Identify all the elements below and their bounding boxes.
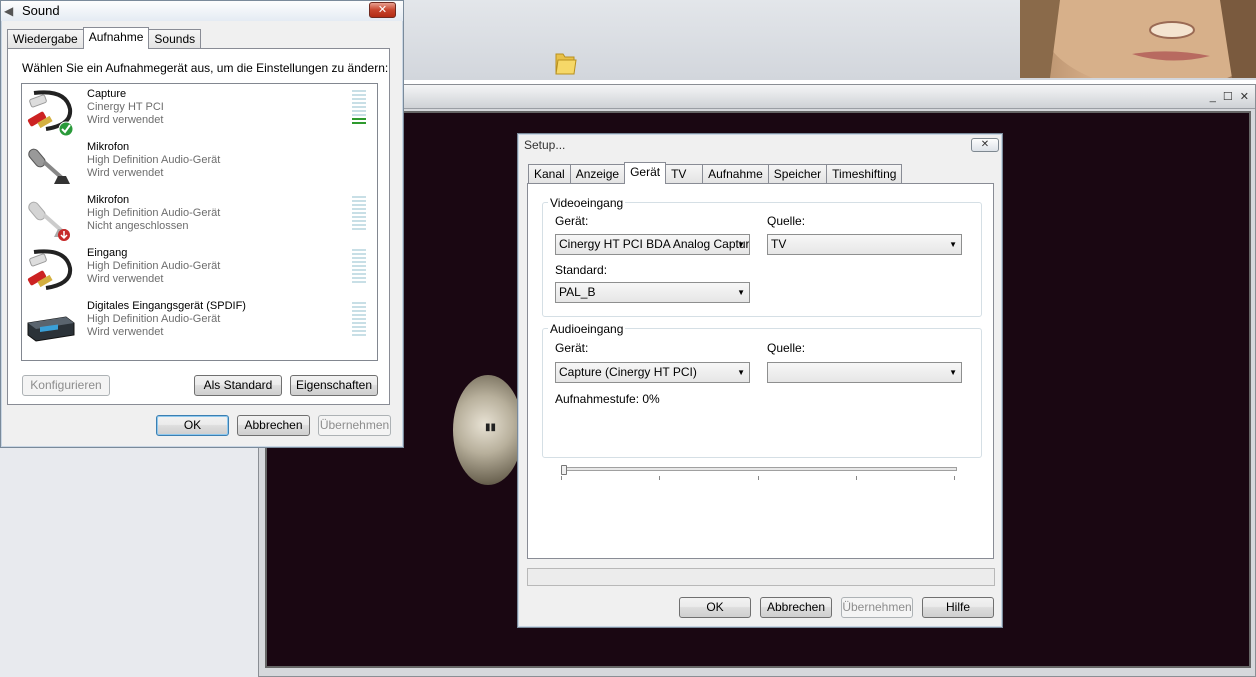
device-status: Wird verwendet [87, 326, 164, 338]
video-device-select[interactable]: Cinergy HT PCI BDA Analog Capture ▼ [555, 234, 750, 255]
list-item[interactable]: Digitales Eingangsgerät (SPDIF) High Def… [22, 298, 377, 351]
tab-aufnahme[interactable]: Aufnahme [82, 27, 150, 49]
device-status: Wird verwendet [87, 167, 164, 179]
device-driver: Cinergy HT PCI [87, 101, 164, 113]
level-meter [352, 90, 366, 130]
rca-cable-icon [26, 248, 76, 296]
audio-device-label: Gerät: [555, 341, 589, 355]
sound-dialog: ◀ Sound ✕ Wiedergabe Aufnahme Sounds Wäh… [0, 0, 404, 448]
slider-thumb[interactable] [561, 465, 567, 475]
selected-value: TV [771, 237, 787, 251]
device-status: Nicht angeschlossen [87, 220, 189, 232]
level-meter [352, 196, 366, 236]
speaker-icon: ◀ [4, 4, 14, 18]
level-meter [352, 302, 366, 342]
close-button[interactable]: ✕ [971, 138, 999, 152]
setup-dialog: Setup... ✕ Kanal Anzeige Gerät TV Aufnah… [517, 133, 1003, 628]
device-name: Digitales Eingangsgerät (SPDIF) [87, 300, 246, 312]
chevron-down-icon: ▼ [737, 240, 745, 249]
apply-button[interactable]: Übernehmen [841, 597, 913, 618]
recording-tab-panel: Wählen Sie ein Aufnahmegerät aus, um die… [7, 48, 390, 405]
cancel-button[interactable]: Abbrechen [237, 415, 310, 436]
instruction-text: Wählen Sie ein Aufnahmegerät aus, um die… [22, 61, 389, 75]
recording-device-list: Capture Cinergy HT PCI Wird verwendet Mi… [21, 83, 378, 361]
slider-tick [856, 476, 857, 480]
level-meter [352, 249, 366, 289]
cancel-button[interactable]: Abbrechen [760, 597, 832, 618]
help-button[interactable]: Hilfe [922, 597, 994, 618]
slider-tick [561, 476, 562, 480]
device-tab-panel: Videoeingang Gerät: Cinergy HT PCI BDA A… [527, 183, 994, 559]
device-driver: High Definition Audio-Gerät [87, 260, 221, 272]
chevron-down-icon: ▼ [949, 368, 957, 377]
folder-icon[interactable] [553, 50, 577, 76]
device-status: Wird verwendet [87, 114, 164, 126]
ok-button[interactable]: OK [679, 597, 751, 618]
device-status: Wird verwendet [87, 273, 164, 285]
list-item[interactable]: Mikrofon High Definition Audio-Gerät Nic… [22, 192, 377, 245]
device-name: Eingang [87, 247, 128, 259]
list-item[interactable]: Capture Cinergy HT PCI Wird verwendet [22, 86, 377, 139]
slider-tick [659, 476, 660, 480]
chevron-down-icon: ▼ [737, 288, 745, 297]
video-device-label: Gerät: [555, 214, 589, 228]
configure-button[interactable]: Konfigurieren [22, 375, 110, 396]
selected-value: PAL_B [559, 285, 596, 299]
rca-cable-icon [26, 89, 76, 137]
close-button[interactable]: ✕ [369, 2, 396, 18]
tab-speicher[interactable]: Speicher [767, 164, 828, 184]
device-name: Capture [87, 88, 127, 100]
set-default-button[interactable]: Als Standard [194, 375, 282, 396]
tab-kanal[interactable]: Kanal [528, 164, 571, 184]
slider-tick [758, 476, 759, 480]
list-item[interactable]: Mikrofon High Definition Audio-Gerät Wir… [22, 139, 377, 192]
properties-button[interactable]: Eigenschaften [290, 375, 378, 396]
audio-source-select[interactable]: ▼ [767, 362, 962, 383]
recording-level-label: Aufnahmestufe: 0% [555, 392, 660, 406]
device-driver: High Definition Audio-Gerät [87, 207, 221, 219]
sound-dialog-titlebar [1, 1, 403, 21]
ok-button[interactable]: OK [156, 415, 229, 436]
group-title: Videoeingang [548, 196, 626, 210]
tab-sounds[interactable]: Sounds [148, 29, 202, 49]
group-title: Audioeingang [548, 322, 626, 336]
recording-level-slider[interactable] [562, 467, 957, 471]
device-driver: High Definition Audio-Gerät [87, 154, 221, 166]
device-name: Mikrofon [87, 194, 130, 206]
desktop-panel [0, 448, 258, 677]
tab-geraet[interactable]: Gerät [624, 162, 667, 184]
chevron-down-icon: ▼ [737, 368, 745, 377]
dialog-title: Setup... [524, 138, 566, 152]
microphone-disconnected-icon [26, 195, 76, 243]
tab-timeshifting[interactable]: Timeshifting [826, 164, 903, 184]
chevron-down-icon: ▼ [949, 240, 957, 249]
audio-source-label: Quelle: [767, 341, 806, 355]
spdif-device-icon [26, 301, 76, 349]
device-driver: High Definition Audio-Gerät [87, 313, 221, 325]
slider-tick [954, 476, 955, 480]
audio-device-select[interactable]: Capture (Cinergy HT PCI) ▼ [555, 362, 750, 383]
tab-anzeige[interactable]: Anzeige [569, 164, 626, 184]
microphone-icon [26, 142, 76, 190]
dialog-title: Sound [22, 3, 60, 18]
tab-aufnahme[interactable]: Aufnahme [702, 164, 769, 184]
selected-value: Capture (Cinergy HT PCI) [559, 365, 697, 379]
device-name: Mikrofon [87, 141, 130, 153]
selected-value: Cinergy HT PCI BDA Analog Capture [559, 237, 750, 251]
tab-wiedergabe[interactable]: Wiedergabe [7, 29, 84, 49]
video-source-select[interactable]: TV ▼ [767, 234, 962, 255]
standard-label: Standard: [555, 263, 608, 277]
video-source-label: Quelle: [767, 214, 806, 228]
status-bar [527, 568, 995, 586]
tab-tv[interactable]: TV [665, 164, 704, 184]
wallpaper-photo [1020, 0, 1256, 78]
apply-button[interactable]: Übernehmen [318, 415, 391, 436]
window-controls[interactable]: _ ☐ ✕ [1210, 90, 1251, 103]
sound-tab-strip: Wiedergabe Aufnahme Sounds [7, 27, 202, 49]
standard-select[interactable]: PAL_B ▼ [555, 282, 750, 303]
list-item[interactable]: Eingang High Definition Audio-Gerät Wird… [22, 245, 377, 298]
tv-window-titlebar: _ ☐ ✕ [259, 85, 1255, 109]
setup-tab-strip: Kanal Anzeige Gerät TV Aufnahme Speicher… [528, 162, 903, 184]
pause-icon[interactable]: ▮▮ [485, 422, 496, 433]
